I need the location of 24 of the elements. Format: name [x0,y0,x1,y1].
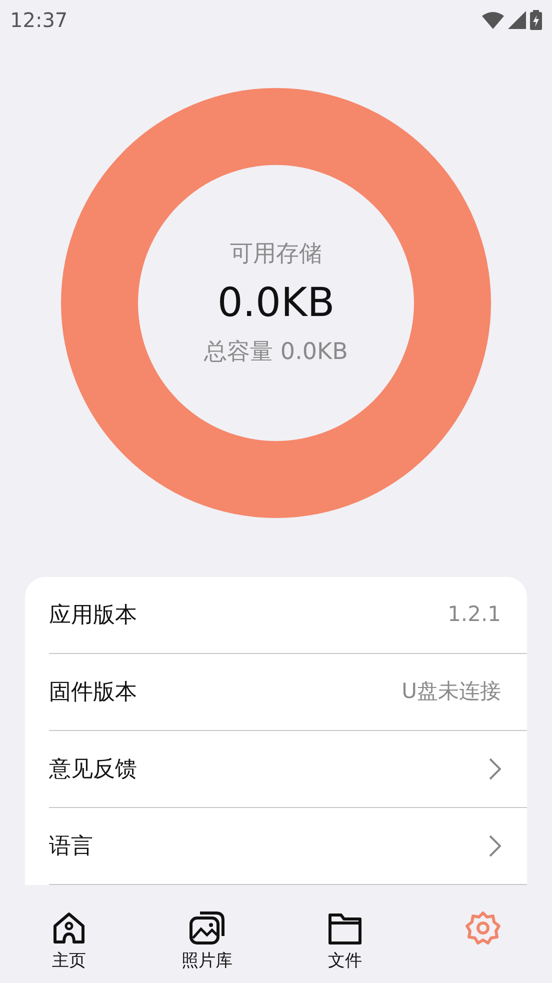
setting-label: 意见反馈 [49,756,137,784]
settings-row[interactable]: 固件版本 U盘未连接 [49,654,527,731]
setting-label: 语言 [49,832,93,860]
available-storage-label: 可用存储 [230,240,322,268]
tab-item[interactable]: 文件 [276,897,414,983]
setting-label: 应用版本 [49,602,137,630]
setting-value: 1.2.1 [448,601,501,628]
tab-item[interactable]: 主页 [0,897,138,983]
chevron-right-icon [489,835,501,857]
settings-icon [464,909,502,947]
settings-row[interactable]: 应用版本 1.2.1 [49,577,527,654]
settings-row[interactable]: 意见反馈 [49,731,527,808]
battery-charging-icon [530,10,542,30]
available-storage-value: 0.0KB [217,283,335,323]
status-time: 12:37 [10,7,68,34]
photos-icon [188,909,226,947]
settings-row[interactable]: 语言 [49,808,527,885]
wifi-icon [482,11,504,29]
setting-value: U盘未连接 [402,678,501,706]
chevron-right-icon [489,758,501,780]
tab-item[interactable]: 照片库 [138,897,276,983]
setting-label: 固件版本 [49,678,137,706]
signal-icon [508,11,526,29]
total-capacity-text: 总容量 0.0KB [204,338,348,367]
